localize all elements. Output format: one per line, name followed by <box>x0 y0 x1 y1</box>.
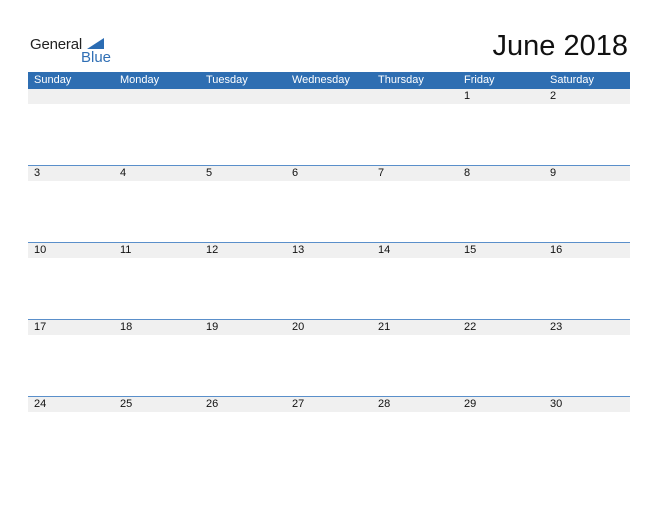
day-cell: 24 <box>34 398 47 410</box>
day-cell: 11 <box>120 244 132 256</box>
day-cell: 19 <box>206 321 219 333</box>
day-cell: 28 <box>378 398 391 410</box>
day-cell <box>200 89 286 104</box>
weekday-tuesday: Tuesday <box>206 74 248 86</box>
day-cell: 30 <box>550 398 563 410</box>
day-cell: 18 <box>120 321 133 333</box>
day-cell: 15 <box>464 244 477 256</box>
day-cell: 26 <box>206 398 219 410</box>
day-cell: 25 <box>120 398 133 410</box>
day-cell: 7 <box>378 167 385 179</box>
day-cell: 20 <box>292 321 305 333</box>
day-cell <box>28 89 114 104</box>
day-cell: 4 <box>120 167 127 179</box>
day-cell: 21 <box>378 321 391 333</box>
day-cell: 16 <box>550 244 563 256</box>
weekday-friday: Friday <box>464 74 495 86</box>
day-cell: 12 <box>206 244 219 256</box>
day-cell: 8 <box>464 167 471 179</box>
day-cell: 29 <box>464 398 477 410</box>
day-cell: 22 <box>464 321 477 333</box>
weekday-sunday: Sunday <box>34 74 72 86</box>
weekday-thursday: Thursday <box>378 74 424 86</box>
date-band: 24 25 26 27 28 29 30 <box>28 397 630 412</box>
date-band: 17 18 19 20 21 22 23 <box>28 320 630 335</box>
brand-logo: General Blue <box>30 36 112 66</box>
day-cell: 3 <box>34 167 41 179</box>
day-cell: 6 <box>292 167 299 179</box>
day-cell <box>372 89 458 104</box>
logo-word-general: General <box>30 36 82 53</box>
calendar-grid: Sunday Monday Tuesday Wednesday Thursday… <box>28 72 630 473</box>
day-cell: 14 <box>378 244 391 256</box>
day-cell: 23 <box>550 321 563 333</box>
weekday-header: Sunday Monday Tuesday Wednesday Thursday… <box>28 72 630 89</box>
day-cell <box>286 89 372 104</box>
day-cell: 17 <box>34 321 47 333</box>
day-cell: 2 <box>550 90 557 102</box>
day-cell: 1 <box>464 90 471 102</box>
week-row: 17 18 19 20 21 22 23 <box>28 319 630 396</box>
day-cell: 10 <box>34 244 47 256</box>
week-row: 10 11 12 13 14 15 16 <box>28 242 630 319</box>
weekday-saturday: Saturday <box>550 74 595 86</box>
logo-word-blue: Blue <box>81 49 112 66</box>
week-row: 3 4 5 6 7 8 9 <box>28 165 630 242</box>
week-row: 12 <box>28 89 630 165</box>
date-band: 3 4 5 6 7 8 9 <box>28 166 630 181</box>
weekday-monday: Monday <box>120 74 160 86</box>
date-band: 12 <box>28 89 630 104</box>
day-cell: 9 <box>550 167 557 179</box>
month-title: June 2018 <box>492 30 628 62</box>
day-cell: 13 <box>292 244 305 256</box>
day-cell <box>114 89 200 104</box>
day-cell: 5 <box>206 167 213 179</box>
weekday-wednesday: Wednesday <box>292 74 350 86</box>
date-band: 10 11 12 13 14 15 16 <box>28 243 630 258</box>
week-row: 24 25 26 27 28 29 30 <box>28 396 630 473</box>
day-cell: 27 <box>292 398 305 410</box>
logo-triangle-icon <box>87 38 104 49</box>
